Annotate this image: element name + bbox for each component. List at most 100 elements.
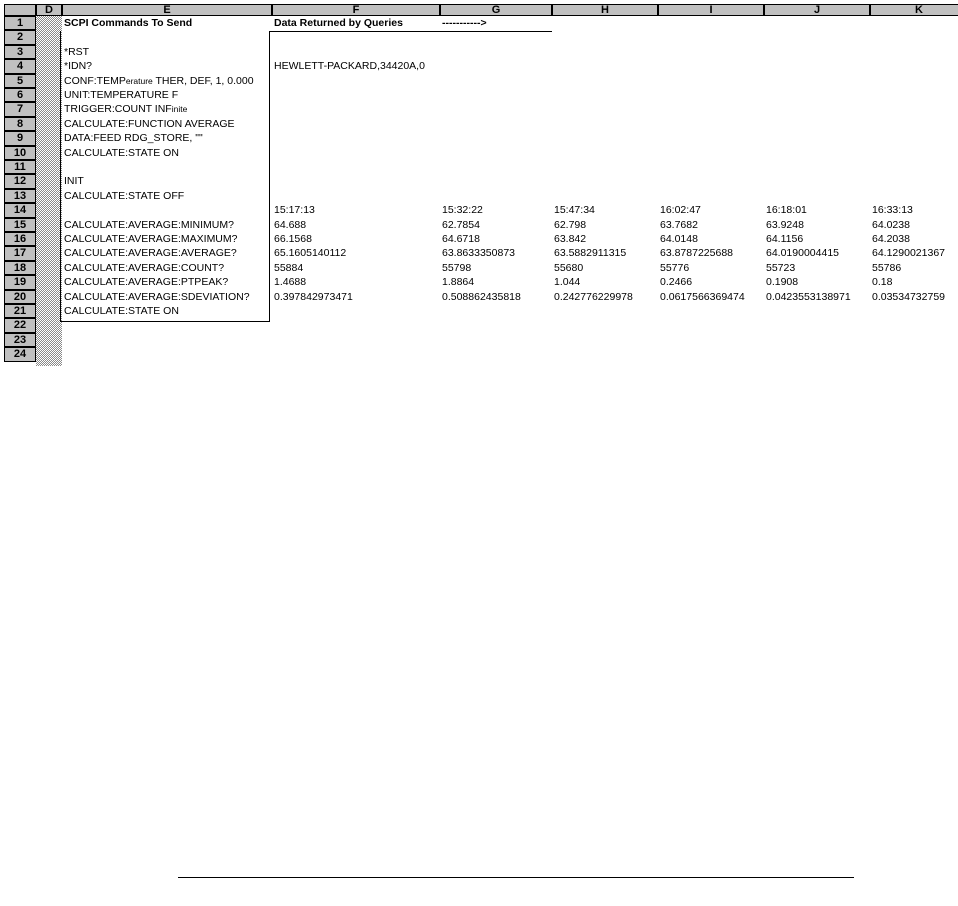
row-header-12[interactable]: 12 [4, 174, 36, 189]
cell-f4-idn-response[interactable]: HEWLETT-PACKARD,34420A,0 [272, 59, 425, 73]
row-header-2[interactable]: 2 [4, 30, 36, 45]
row-header-3[interactable]: 3 [4, 44, 36, 60]
cell-e5-part: THER, DEF, 1, 0.000 [152, 74, 254, 87]
cell-h16-maximum[interactable]: 63.842 [552, 232, 586, 246]
cell-g1-arrow[interactable]: -----------> [440, 16, 487, 30]
column-header-g[interactable]: G [440, 4, 552, 16]
cell-g18-count[interactable]: 55798 [440, 261, 471, 275]
cell-e20-command[interactable]: CALCULATE:AVERAGE:SDEVIATION? [62, 290, 250, 304]
column-header-f[interactable]: F [272, 4, 440, 16]
cell-h20-sdev[interactable]: 0.242776229978 [552, 290, 633, 304]
cell-g19-ptpeak[interactable]: 1.8864 [440, 275, 474, 289]
cell-f20-sdev[interactable]: 0.397842973471 [272, 290, 353, 304]
cell-h15-minimum[interactable]: 62.798 [552, 218, 586, 232]
cell-i16-maximum[interactable]: 64.0148 [658, 232, 698, 246]
cell-i18-count[interactable]: 55776 [658, 261, 689, 275]
cell-j15-minimum[interactable]: 63.9248 [764, 218, 804, 232]
row-header-5[interactable]: 5 [4, 73, 36, 88]
cell-e10-command[interactable]: CALCULATE:STATE ON [62, 146, 179, 160]
cell-e3-command[interactable]: *RST [62, 45, 89, 59]
cell-f18-count[interactable]: 55884 [272, 261, 303, 275]
cell-j16-maximum[interactable]: 64.1156 [764, 232, 803, 246]
cell-f19-ptpeak[interactable]: 1.4688 [272, 275, 306, 289]
cell-e6-command[interactable]: UNIT:TEMPERATURE F [62, 88, 178, 102]
cell-f17-average[interactable]: 65.1605140112 [272, 246, 346, 260]
cell-e15-command[interactable]: CALCULATE:AVERAGE:MINIMUM? [62, 218, 234, 232]
cell-h17-average[interactable]: 63.5882911315 [552, 246, 626, 260]
cell-j14-times[interactable]: 16:18:01 [764, 203, 807, 217]
cell-j19-ptpeak[interactable]: 0.1908 [764, 275, 798, 289]
cell-i20-sdev[interactable]: 0.0617566369474 [658, 290, 745, 304]
row-header-24[interactable]: 24 [4, 347, 36, 362]
cell-f15-minimum[interactable]: 64.688 [272, 218, 306, 232]
cell-j20-sdev[interactable]: 0.0423553138971 [764, 290, 851, 304]
cell-e16-command[interactable]: CALCULATE:AVERAGE:MAXIMUM? [62, 232, 237, 246]
cell-e13-command[interactable]: CALCULATE:STATE OFF [62, 189, 184, 203]
page-footer-rule [178, 877, 854, 878]
column-header-d[interactable]: D [36, 4, 62, 16]
cell-f1-data-title[interactable]: Data Returned by Queries [272, 16, 403, 30]
row-header-7[interactable]: 7 [4, 102, 36, 117]
row-header-8[interactable]: 8 [4, 116, 36, 132]
cell-e21-command[interactable]: CALCULATE:STATE ON [62, 304, 179, 318]
row-header-18[interactable]: 18 [4, 260, 36, 276]
row-header-23[interactable]: 23 [4, 332, 36, 348]
row-header-16[interactable]: 16 [4, 232, 36, 247]
row-header-14[interactable]: 14 [4, 203, 36, 218]
cell-e7-command[interactable]: TRIGGER:COUNT INFinite [62, 102, 187, 116]
cell-h19-ptpeak[interactable]: 1.044 [552, 275, 580, 289]
cell-f16-maximum[interactable]: 66.1568 [272, 232, 312, 246]
row-header-6[interactable]: 6 [4, 88, 36, 103]
cell-k14-times[interactable]: 16:33:13 [870, 203, 913, 217]
cell-k18-count[interactable]: 55786 [870, 261, 901, 275]
column-header-e[interactable]: E [62, 4, 272, 16]
cell-k15-minimum[interactable]: 64.0238 [870, 218, 910, 232]
cell-g20-sdev[interactable]: 0.508862435818 [440, 290, 521, 304]
cell-e12-command[interactable]: INIT [62, 174, 84, 188]
row-header-10[interactable]: 10 [4, 145, 36, 160]
cell-e4-command[interactable]: *IDN? [62, 59, 92, 73]
cell-h18-count[interactable]: 55680 [552, 261, 583, 275]
cell-e19-command[interactable]: CALCULATE:AVERAGE:PTPEAK? [62, 275, 228, 289]
cell-g17-average[interactable]: 63.8633350873 [440, 246, 515, 260]
cell-e7-part: TRIGGER:COUNT INF [64, 103, 172, 116]
cell-e5-command[interactable]: CONF:TEMPerature THER, DEF, 1, 0.000 [62, 74, 254, 88]
data-header-underline [270, 31, 552, 32]
cell-k19-ptpeak[interactable]: 0.18 [870, 275, 892, 289]
row-header-4[interactable]: 4 [4, 59, 36, 74]
cell-i17-average[interactable]: 63.8787225688 [658, 246, 733, 260]
row-header-17[interactable]: 17 [4, 246, 36, 261]
row-header-22[interactable]: 22 [4, 318, 36, 333]
row-header-20[interactable]: 20 [4, 289, 36, 304]
column-header-h[interactable]: H [552, 4, 658, 16]
cell-j17-average[interactable]: 64.0190004415 [764, 246, 839, 260]
cell-e18-command[interactable]: CALCULATE:AVERAGE:COUNT? [62, 261, 224, 275]
row-header-15[interactable]: 15 [4, 217, 36, 232]
cell-g14-times[interactable]: 15:32:22 [440, 203, 483, 217]
row-header-21[interactable]: 21 [4, 304, 36, 319]
cell-k20-sdev[interactable]: 0.03534732759 [870, 290, 945, 304]
cell-e9-command[interactable]: DATA:FEED RDG_STORE, "" [62, 131, 203, 145]
cell-g16-maximum[interactable]: 64.6718 [440, 232, 480, 246]
cell-i14-times[interactable]: 16:02:47 [658, 203, 701, 217]
cell-e1-commands-title[interactable]: SCPI Commands To Send [62, 16, 192, 30]
column-header-k[interactable]: K [870, 4, 958, 16]
row-header-19[interactable]: 19 [4, 275, 36, 290]
select-all-corner[interactable] [4, 4, 36, 16]
row-header-13[interactable]: 13 [4, 188, 36, 204]
row-header-1[interactable]: 1 [4, 16, 36, 31]
cell-i19-ptpeak[interactable]: 0.2466 [658, 275, 692, 289]
cell-g15-minimum[interactable]: 62.7854 [440, 218, 480, 232]
column-header-i[interactable]: I [658, 4, 764, 16]
cell-k16-maximum[interactable]: 64.2038 [870, 232, 910, 246]
cell-e8-command[interactable]: CALCULATE:FUNCTION AVERAGE [62, 117, 235, 131]
cell-i15-minimum[interactable]: 63.7682 [658, 218, 698, 232]
row-header-11[interactable]: 11 [4, 160, 36, 175]
cell-j18-count[interactable]: 55723 [764, 261, 795, 275]
row-header-9[interactable]: 9 [4, 131, 36, 146]
cell-k17-average[interactable]: 64.1290021367 [870, 246, 945, 260]
cell-e17-command[interactable]: CALCULATE:AVERAGE:AVERAGE? [62, 246, 237, 260]
cell-f14-times[interactable]: 15:17:13 [272, 203, 315, 217]
column-header-j[interactable]: J [764, 4, 870, 16]
cell-h14-times[interactable]: 15:47:34 [552, 203, 595, 217]
